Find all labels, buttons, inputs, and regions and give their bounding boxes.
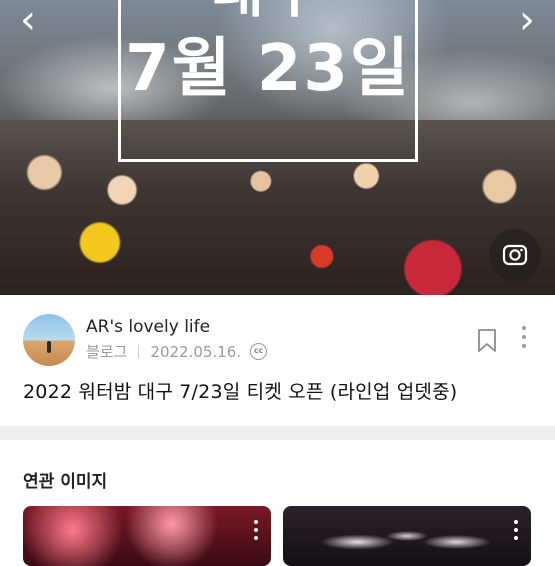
avatar-figure bbox=[47, 341, 51, 353]
related-images-title: 연관 이미지 bbox=[23, 472, 108, 492]
more-options-icon[interactable] bbox=[518, 326, 530, 352]
source-label: 블로그 bbox=[86, 343, 128, 361]
cc-license-icon: cc bbox=[250, 343, 268, 360]
chevron-left-icon[interactable]: ‹ bbox=[8, 0, 48, 44]
avatar[interactable] bbox=[23, 314, 75, 366]
post-date: 2022.05.16. bbox=[150, 342, 242, 361]
more-options-icon[interactable] bbox=[513, 520, 519, 544]
more-options-icon[interactable] bbox=[253, 520, 259, 544]
related-thumb-1[interactable] bbox=[23, 506, 271, 566]
section-divider bbox=[0, 426, 555, 440]
image-search-button[interactable] bbox=[489, 229, 541, 281]
chevron-right-icon[interactable]: › bbox=[507, 0, 547, 44]
hero-image[interactable]: 대구 7월 23일 ‹ › bbox=[0, 0, 555, 295]
blog-name[interactable]: AR's lovely life bbox=[86, 317, 210, 337]
poster-title-city: 대구 bbox=[121, 0, 415, 21]
post-title[interactable]: 2022 워터밤 대구 7/23일 티켓 오픈 (라인업 업뎃중) bbox=[23, 377, 457, 404]
related-images-section: 연관 이미지 bbox=[0, 440, 555, 566]
image-search-icon bbox=[502, 244, 528, 266]
poster-title-date: 7월 23일 bbox=[125, 32, 411, 106]
related-thumb-2[interactable] bbox=[283, 506, 531, 566]
post-meta: AR's lovely life 블로그 2022.05.16. cc 2022… bbox=[0, 295, 555, 425]
post-source-row: 블로그 2022.05.16. cc bbox=[86, 341, 268, 362]
poster-title-box: 대구 7월 23일 bbox=[118, 0, 418, 162]
bookmark-icon[interactable] bbox=[476, 328, 498, 354]
divider bbox=[138, 345, 140, 358]
